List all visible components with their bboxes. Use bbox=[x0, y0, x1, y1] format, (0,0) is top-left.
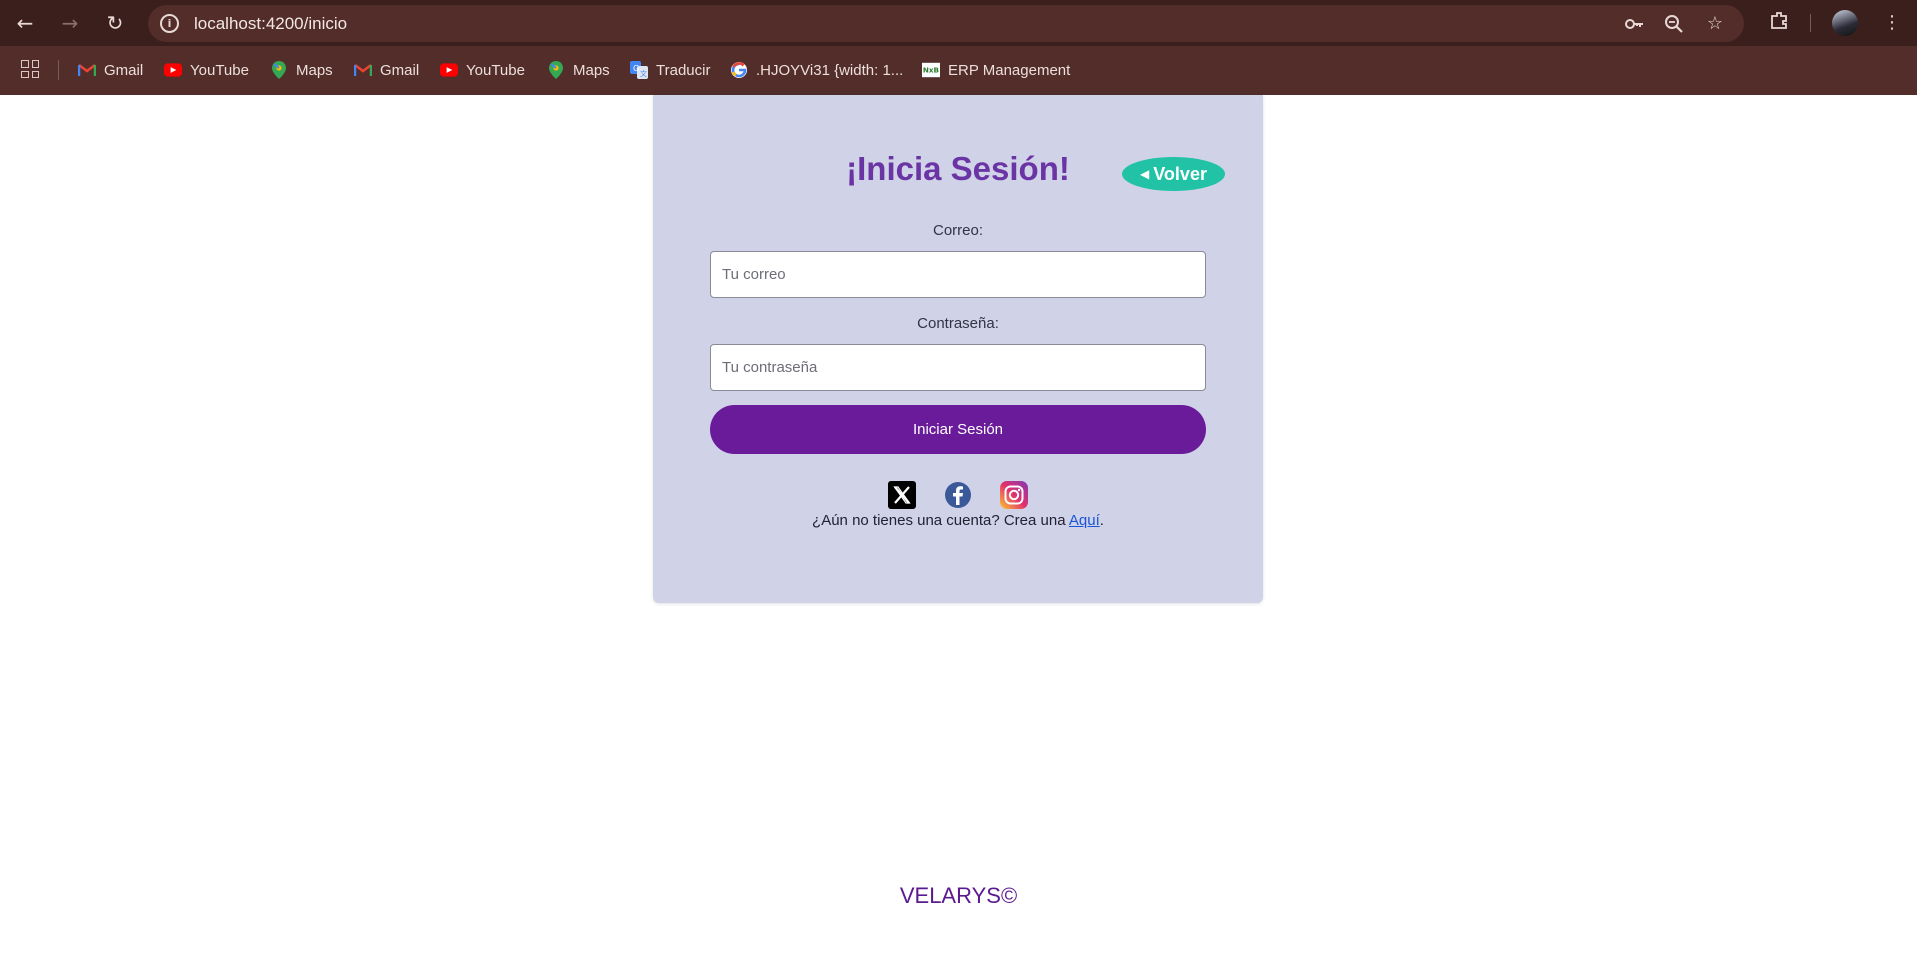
svg-text:NxB: NxB bbox=[923, 66, 939, 75]
maps-icon bbox=[270, 61, 288, 79]
browser-toolbar: ← → ↻ i localhost:4200/inicio ☆ ⋮ bbox=[0, 0, 1917, 46]
login-submit-button[interactable]: Iniciar Sesión bbox=[710, 405, 1206, 454]
bookmark-erp-management[interactable]: NxB ERP Management bbox=[922, 59, 1070, 81]
site-info-icon[interactable]: i bbox=[160, 14, 179, 33]
apps-grid-icon[interactable] bbox=[21, 60, 39, 78]
login-card: ¡Inicia Sesión! ◀ Volver Correo: Contras… bbox=[653, 95, 1263, 603]
bookmark-traducir[interactable]: G文 Traducir bbox=[630, 59, 710, 81]
signup-link[interactable]: Aquí bbox=[1069, 512, 1100, 529]
google-icon bbox=[730, 62, 748, 78]
youtube-icon bbox=[164, 62, 182, 78]
bookmarks-divider bbox=[58, 60, 59, 80]
bookmark-google-search[interactable]: .HJOYVi31 {width: 1... bbox=[730, 59, 903, 81]
profile-avatar[interactable] bbox=[1832, 10, 1858, 36]
bookmark-star-icon[interactable]: ☆ bbox=[1704, 13, 1726, 35]
forward-nav-button[interactable]: → bbox=[56, 9, 84, 37]
signup-text: ¿Aún no tienes una cuenta? Crea una bbox=[812, 512, 1066, 529]
toolbar-divider bbox=[1810, 14, 1811, 32]
svg-text:G: G bbox=[633, 64, 639, 73]
gmail-icon bbox=[354, 62, 372, 78]
back-nav-button[interactable]: ← bbox=[11, 9, 39, 37]
svg-text:文: 文 bbox=[640, 69, 647, 78]
erp-icon: NxB bbox=[922, 62, 940, 78]
back-button-label: Volver bbox=[1153, 163, 1207, 184]
signup-end: . bbox=[1099, 512, 1104, 529]
maps-icon bbox=[547, 61, 565, 79]
bookmark-maps[interactable]: Maps bbox=[547, 59, 610, 81]
bookmark-youtube[interactable]: YouTube bbox=[164, 59, 249, 81]
key-icon[interactable] bbox=[1623, 13, 1645, 35]
youtube-icon bbox=[440, 62, 458, 78]
reload-button[interactable]: ↻ bbox=[101, 9, 129, 37]
triangle-left-icon: ◀ bbox=[1140, 167, 1150, 181]
bookmark-gmail[interactable]: Gmail bbox=[354, 59, 419, 81]
email-label: Correo: bbox=[932, 222, 984, 239]
email-field[interactable] bbox=[710, 251, 1206, 298]
instagram-icon[interactable] bbox=[1000, 481, 1028, 509]
social-links bbox=[653, 481, 1263, 509]
facebook-icon[interactable] bbox=[944, 481, 972, 509]
bookmark-gmail[interactable]: Gmail bbox=[78, 59, 143, 81]
password-field[interactable] bbox=[710, 344, 1206, 391]
bookmark-youtube[interactable]: YouTube bbox=[440, 59, 525, 81]
x-icon[interactable] bbox=[888, 481, 916, 509]
password-label: Contraseña: bbox=[917, 315, 999, 332]
translate-icon: G文 bbox=[630, 61, 648, 79]
back-button[interactable]: ◀ Volver bbox=[1122, 157, 1225, 191]
bookmarks-bar: Gmail YouTube Maps Gmail YouTube Maps G文… bbox=[0, 46, 1917, 95]
address-bar[interactable]: i localhost:4200/inicio ☆ bbox=[148, 5, 1744, 42]
menu-kebab-icon[interactable]: ⋮ bbox=[1878, 9, 1906, 37]
signup-prompt: ¿Aún no tienes una cuenta? Crea una Aquí… bbox=[653, 512, 1263, 529]
footer-brand: VELARYS© bbox=[899, 883, 1018, 908]
address-url[interactable]: localhost:4200/inicio bbox=[194, 14, 347, 34]
bookmark-maps[interactable]: Maps bbox=[270, 59, 333, 81]
gmail-icon bbox=[78, 62, 96, 78]
zoom-icon[interactable] bbox=[1663, 13, 1685, 35]
extensions-icon[interactable] bbox=[1765, 9, 1793, 37]
